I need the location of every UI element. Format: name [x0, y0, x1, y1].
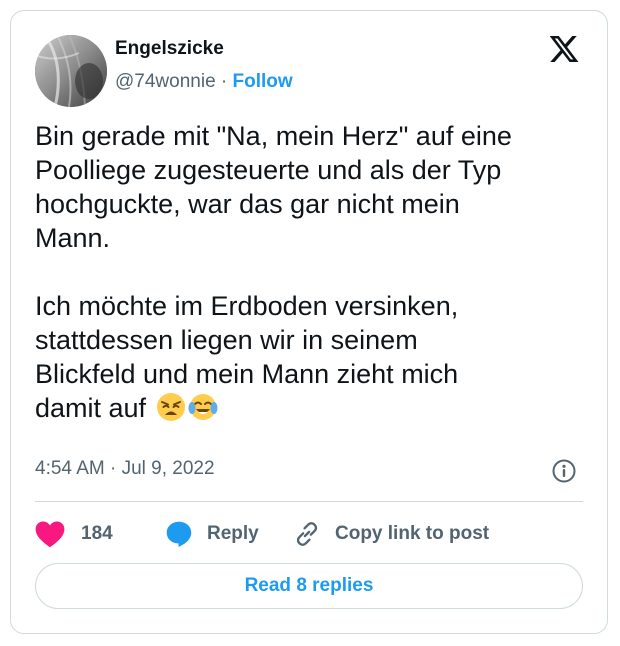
tweet-timestamp[interactable]: 4:54 AM · Jul 9, 2022: [35, 458, 215, 480]
heart-icon: [35, 521, 65, 548]
info-icon[interactable]: [551, 458, 577, 484]
like-button[interactable]: 184: [35, 520, 165, 548]
like-count: 184: [81, 523, 113, 544]
link-icon: [296, 522, 318, 546]
tweet-time: 4:54 AM: [35, 458, 105, 479]
tweet-paragraph-1: Bin gerade mit "Na, mein Herz" auf eine …: [35, 121, 512, 253]
read-replies-button[interactable]: Read 8 replies: [35, 563, 583, 609]
copy-link-label: Copy link to post: [335, 523, 490, 544]
x-logo-icon[interactable]: [547, 33, 581, 65]
follow-button[interactable]: Follow: [233, 71, 293, 92]
avatar-image: [35, 35, 107, 107]
author-handle-row: @74wonnie · Follow: [115, 71, 293, 93]
avatar[interactable]: [35, 35, 107, 107]
timestamp-separator: ·: [110, 458, 117, 479]
reply-button[interactable]: Reply: [165, 520, 293, 548]
author-display-name[interactable]: Engelszicke: [115, 38, 224, 60]
tweet-card: Engelszicke @74wonnie · Follow Bin gerad…: [10, 10, 608, 634]
reply-label: Reply: [207, 523, 259, 544]
action-bar: 184 Reply Copy link to post: [35, 517, 489, 551]
reply-bubble-icon: [166, 521, 192, 547]
author-handle[interactable]: @74wonnie: [115, 71, 216, 92]
divider: [35, 501, 583, 502]
handle-separator: ·: [220, 71, 228, 92]
tweet-date: Jul 9, 2022: [121, 458, 215, 479]
tweet-paragraph-2: Ich möchte im Erdboden versinken, stattd…: [35, 289, 585, 425]
tweet-text: Bin gerade mit "Na, mein Herz" auf eine …: [35, 119, 585, 425]
face-with-tears-of-joy-emoji: [188, 392, 218, 422]
copy-link-button[interactable]: Copy link to post: [293, 520, 489, 548]
tweet-paragraph-2-text: Ich möchte im Erdboden versinken, stattd…: [35, 291, 459, 423]
weary-face-emoji: [156, 392, 186, 422]
